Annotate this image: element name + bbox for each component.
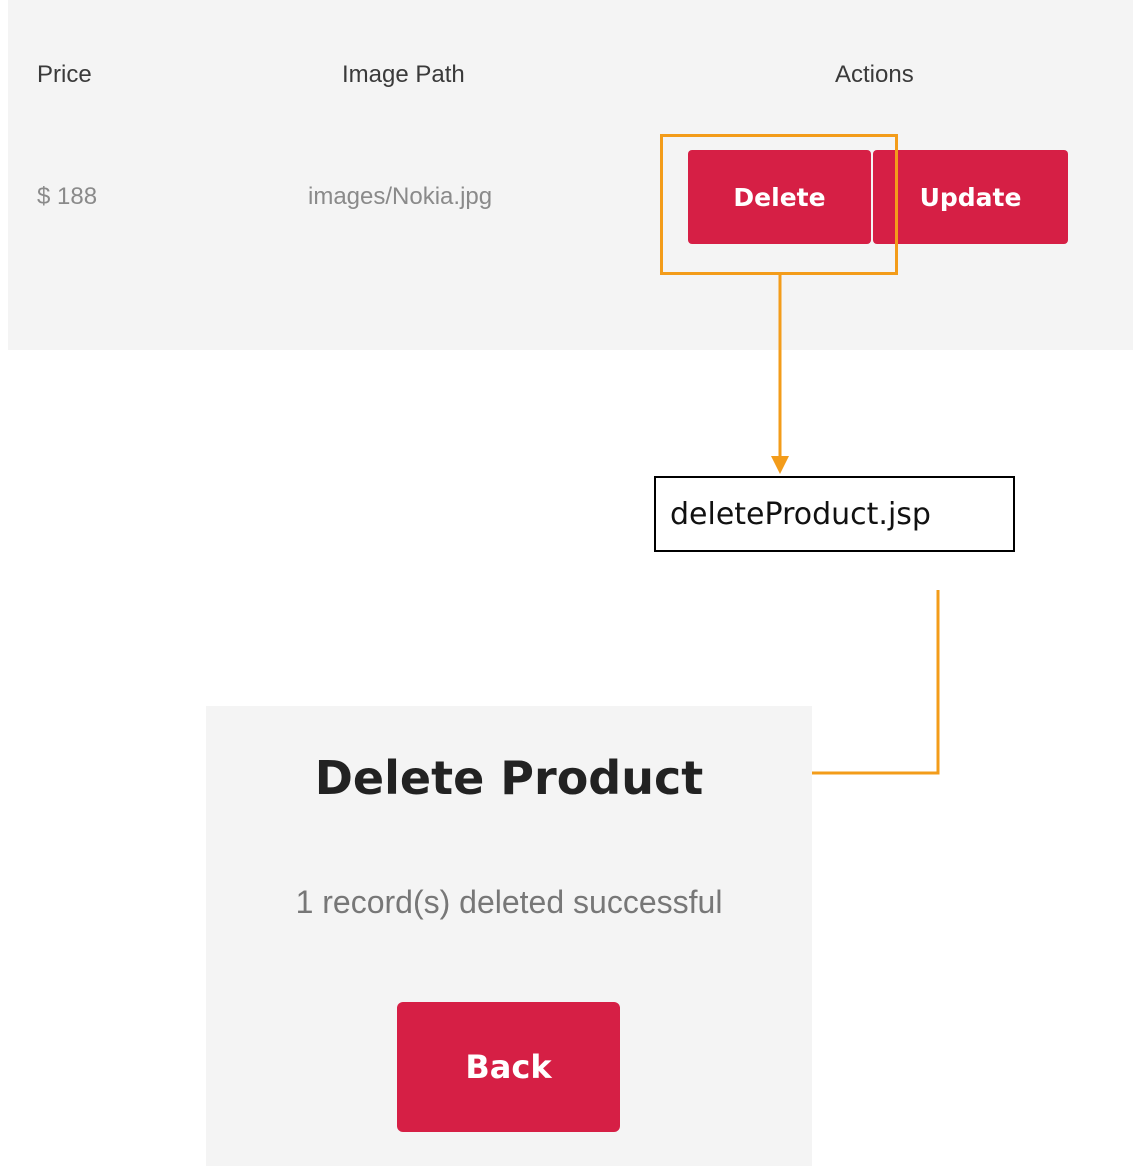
header-price: Price: [37, 61, 92, 88]
header-image-path: Image Path: [342, 61, 465, 88]
delete-result-panel: Delete Product 1 record(s) deleted succe…: [206, 706, 812, 1166]
result-title: Delete Product: [314, 751, 704, 805]
delete-product-jsp-box: deleteProduct.jsp: [654, 476, 1015, 552]
delete-button[interactable]: Delete: [688, 150, 871, 244]
header-actions: Actions: [835, 61, 914, 88]
update-button[interactable]: Update: [873, 150, 1068, 244]
result-message: 1 record(s) deleted successful: [295, 884, 723, 920]
back-button[interactable]: Back: [397, 1002, 620, 1132]
file-label: deleteProduct.jsp: [670, 496, 931, 532]
cell-price: $ 188: [37, 183, 98, 210]
arrow-file-to-result: [790, 590, 940, 782]
cell-image-path: images/Nokia.jpg: [308, 183, 493, 210]
